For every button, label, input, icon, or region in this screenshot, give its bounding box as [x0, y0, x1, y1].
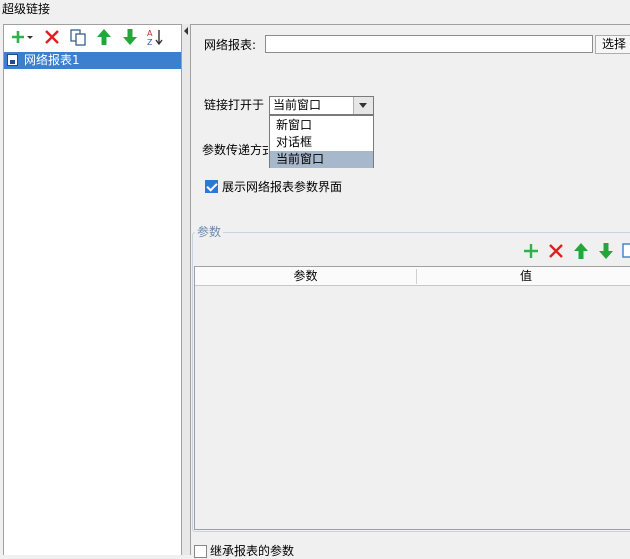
param-move-up-button[interactable] — [571, 241, 591, 261]
column-param[interactable]: 参数 — [195, 267, 416, 286]
move-up-icon — [97, 29, 111, 45]
open-in-dropdown: 新窗口 对话框 当前窗口 — [269, 115, 374, 168]
delete-icon — [45, 30, 59, 44]
report-path-input[interactable] — [265, 35, 593, 53]
report-icon — [7, 54, 18, 66]
open-in-value: 当前窗口 — [273, 98, 322, 112]
panel-splitter[interactable] — [182, 24, 190, 555]
param-mode-label: 参数传递方式 — [202, 143, 268, 157]
collapse-left-icon[interactable] — [182, 26, 190, 46]
copy-icon — [70, 29, 86, 46]
link-list-panel — [3, 24, 182, 555]
option-new-window[interactable]: 新窗口 — [270, 117, 373, 134]
delete-param-button[interactable] — [546, 241, 566, 261]
add-dropdown-icon — [12, 31, 33, 43]
delete-icon — [549, 244, 563, 258]
move-up-icon — [574, 243, 588, 259]
show-params-label: 展示网络报表参数界面 — [222, 180, 343, 194]
params-group-title: 参数 — [195, 225, 224, 239]
add-link-button[interactable] — [8, 27, 36, 47]
move-down-button[interactable] — [120, 27, 140, 47]
param-move-down-button[interactable] — [596, 241, 616, 261]
move-down-icon — [599, 243, 613, 259]
delete-link-button[interactable] — [42, 27, 62, 47]
select-report-button[interactable]: 选择 — [595, 35, 630, 54]
sort-az-icon: A Z — [147, 29, 163, 47]
add-param-button[interactable] — [521, 241, 541, 261]
show-params-checkbox[interactable] — [205, 180, 218, 193]
copy-link-button[interactable] — [68, 27, 88, 47]
sort-button[interactable]: A Z — [145, 27, 165, 47]
params-table-header: 参数 值 — [195, 267, 630, 286]
svg-text:Z: Z — [147, 38, 153, 47]
params-table[interactable] — [194, 266, 630, 530]
window-title: 超级链接 — [2, 2, 51, 16]
tree-item-network-report[interactable]: 网络报表1 — [4, 52, 181, 69]
move-up-button[interactable] — [94, 27, 114, 47]
report-label: 网络报表: — [204, 38, 257, 52]
column-value[interactable]: 值 — [417, 267, 630, 286]
param-extra-button[interactable] — [620, 241, 630, 261]
option-current-window[interactable]: 当前窗口 — [270, 151, 373, 168]
option-dialog[interactable]: 对话框 — [270, 134, 373, 151]
inherit-params-label: 继承报表的参数 — [210, 544, 295, 558]
tree-item-label: 网络报表1 — [24, 53, 80, 67]
inherit-params-checkbox[interactable] — [194, 545, 207, 558]
open-in-select[interactable]: 当前窗口 — [269, 96, 374, 115]
open-in-label: 链接打开于 — [204, 98, 265, 112]
svg-text:A: A — [147, 29, 153, 38]
move-down-icon — [123, 29, 137, 45]
add-icon — [524, 244, 538, 258]
chevron-down-icon[interactable] — [353, 97, 373, 114]
refresh-icon — [622, 243, 630, 258]
